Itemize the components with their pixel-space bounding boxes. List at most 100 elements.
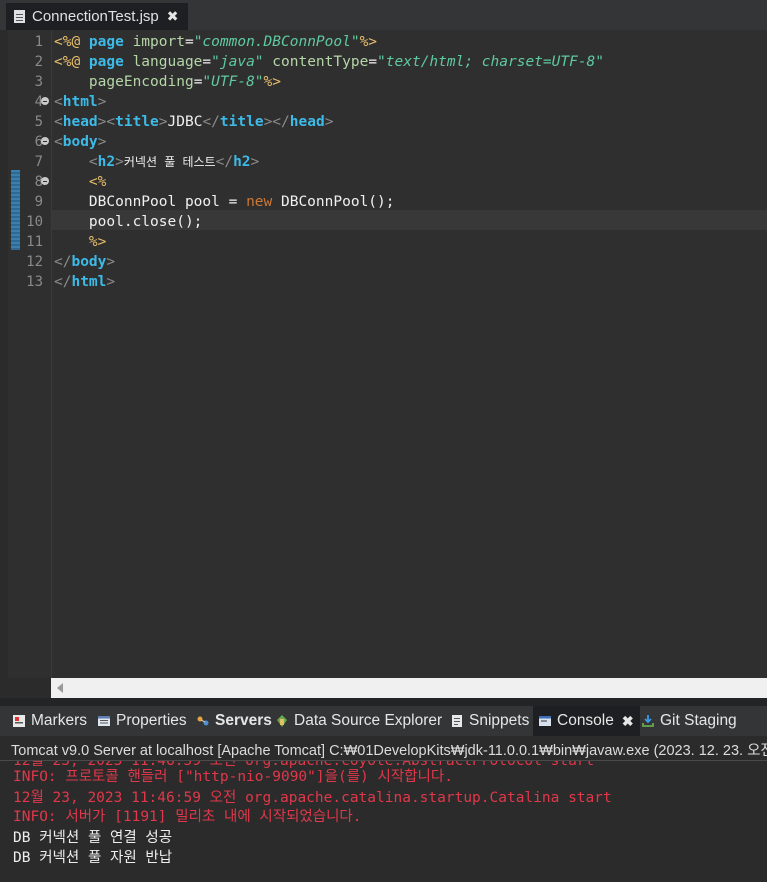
tag-bracket: > [106, 254, 116, 270]
markers-icon [12, 714, 26, 728]
line-number: 7 [34, 154, 43, 170]
close-icon[interactable]: ✖ [622, 713, 634, 730]
tab-label: Data Source Explorer [294, 712, 443, 729]
code-line-11: %> [54, 232, 106, 252]
snippets-icon [450, 714, 464, 728]
tag-bracket: > [324, 114, 334, 130]
tag-bracket: < [88, 154, 98, 170]
line-number: 6 [34, 134, 43, 150]
close-icon[interactable]: ✖ [167, 9, 179, 25]
tag-name: title [219, 114, 264, 130]
tag-name: h2 [97, 154, 116, 170]
directive-name: page [88, 34, 124, 50]
line-number: 1 [34, 34, 43, 50]
java-code: DBConnPool(); [272, 194, 395, 210]
tab-markers[interactable]: Markers [12, 706, 87, 736]
line-number: 8 [34, 174, 43, 190]
tag-bracket: > [250, 154, 260, 170]
code-line-7: <h2>커넥션 풀 테스트</h2> [54, 152, 259, 172]
line-number: 4 [34, 94, 43, 110]
code-line-4: <html> [54, 92, 106, 112]
code-line-13: </html> [54, 272, 115, 292]
directive-name: page [88, 54, 124, 70]
jsp-file-icon [14, 10, 25, 23]
tab-servers[interactable]: Servers [196, 706, 272, 736]
editor-tab-title: ConnectionTest.jsp [32, 8, 159, 25]
code-line-9: DBConnPool pool = new DBConnPool(); [54, 192, 395, 212]
tag-name: body [62, 134, 98, 150]
tag-name: title [115, 114, 159, 130]
attribute-value: "java" [211, 54, 264, 70]
console-line: INFO: 서버가 [1191] 밀리초 내에 시작되었습니다. [13, 809, 362, 825]
code-line-2: <%@ page language="java" contentType="te… [54, 52, 604, 72]
tag-name: head [289, 114, 325, 130]
tag-text: 커넥션 풀 테스트 [123, 155, 216, 169]
servers-icon [196, 714, 210, 728]
console-process-text: Tomcat v9.0 Server at localhost [Apache … [11, 743, 767, 759]
code-line-6: <body> [54, 132, 106, 152]
line-number: 13 [26, 274, 43, 290]
attribute-value: "text/html; charset=UTF-8" [377, 54, 605, 70]
line-number: 11 [26, 234, 43, 250]
horizontal-scrollbar[interactable] [51, 678, 767, 698]
console-line: INFO: 프로토콜 핸들러 ["http-nio-9090"]을(를) 시작합… [13, 769, 453, 785]
properties-icon [97, 714, 111, 728]
tab-snippets[interactable]: Snippets [450, 706, 529, 736]
console-line: 12월 23, 2023 11:46:59 오전 org.apache.cata… [13, 790, 612, 806]
panel-tab-bar: Markers Properties Servers Data Source E… [0, 706, 767, 736]
console-process-label: Tomcat v9.0 Server at localhost [Apache … [0, 736, 767, 761]
tag-bracket: > [263, 114, 273, 130]
directive-close: %> [263, 74, 281, 90]
tab-git-staging[interactable]: Git Staging [641, 706, 737, 736]
attribute-name: pageEncoding [88, 74, 194, 90]
tab-label: Markers [31, 712, 87, 729]
editor-tab-bar: ConnectionTest.jsp ✖ [0, 0, 767, 30]
attribute-value: "common.DBConnPool" [193, 34, 360, 50]
console-output[interactable]: 12월 23, 2023 11:46:59 오전 org.apache.coyo… [0, 761, 767, 882]
console-line: DB 커넥션 풀 연결 성공 [13, 830, 173, 846]
code-line-12: </body> [54, 252, 115, 272]
code-line-8: <% [54, 172, 106, 192]
console-line: DB 커넥션 풀 자원 반납 [13, 850, 173, 866]
line-number: 10 [26, 214, 43, 230]
fold-collapse-icon[interactable] [41, 137, 49, 145]
tag-bracket: < [106, 114, 116, 130]
fold-collapse-icon[interactable] [41, 97, 49, 105]
code-line-5: <head><title>JDBC</title></head> [54, 112, 333, 132]
code-editor[interactable]: 1 2 3 4 5 6 7 8 9 10 11 12 13 <%@ page i… [8, 30, 767, 678]
fold-collapse-icon[interactable] [41, 177, 49, 185]
attribute-name: language [132, 54, 203, 70]
equals-sign: = [184, 34, 194, 50]
tag-bracket: > [97, 134, 107, 150]
line-number: 12 [26, 254, 43, 270]
tag-name: html [62, 94, 98, 110]
tab-console[interactable]: Console ✖ [533, 706, 640, 736]
tag-bracket: < [54, 94, 63, 110]
git-staging-icon [641, 714, 655, 728]
tag-text: JDBC [167, 114, 203, 130]
line-number-gutter: 1 2 3 4 5 6 7 8 9 10 11 12 13 [8, 30, 51, 678]
line-number: 3 [34, 74, 43, 90]
equals-sign: = [202, 54, 212, 70]
data-source-explorer-icon [275, 714, 289, 728]
code-line-10: pool.close(); [54, 212, 203, 232]
tab-data-source-explorer[interactable]: Data Source Explorer [275, 706, 442, 736]
editor-tab-connectiontest[interactable]: ConnectionTest.jsp ✖ [6, 3, 188, 30]
panel-divider[interactable] [0, 698, 767, 706]
tag-name: h2 [233, 154, 251, 170]
scriptlet-close: %> [88, 234, 107, 250]
java-code: DBConnPool pool = [88, 194, 247, 210]
tag-bracket: </ [272, 114, 290, 130]
attribute-name: import [132, 34, 185, 50]
tag-bracket: > [97, 94, 107, 110]
tag-bracket: </ [202, 114, 220, 130]
code-area[interactable]: <%@ page import="common.DBConnPool"%> <%… [51, 30, 767, 678]
attribute-name: contentType [272, 54, 369, 70]
tab-properties[interactable]: Properties [97, 706, 187, 736]
tag-bracket: < [54, 114, 63, 130]
tag-bracket: </ [54, 254, 72, 270]
tag-bracket: </ [54, 274, 72, 290]
tag-bracket: > [158, 114, 168, 130]
scroll-left-arrow-icon[interactable] [57, 683, 63, 693]
directive-close: %> [359, 34, 378, 50]
